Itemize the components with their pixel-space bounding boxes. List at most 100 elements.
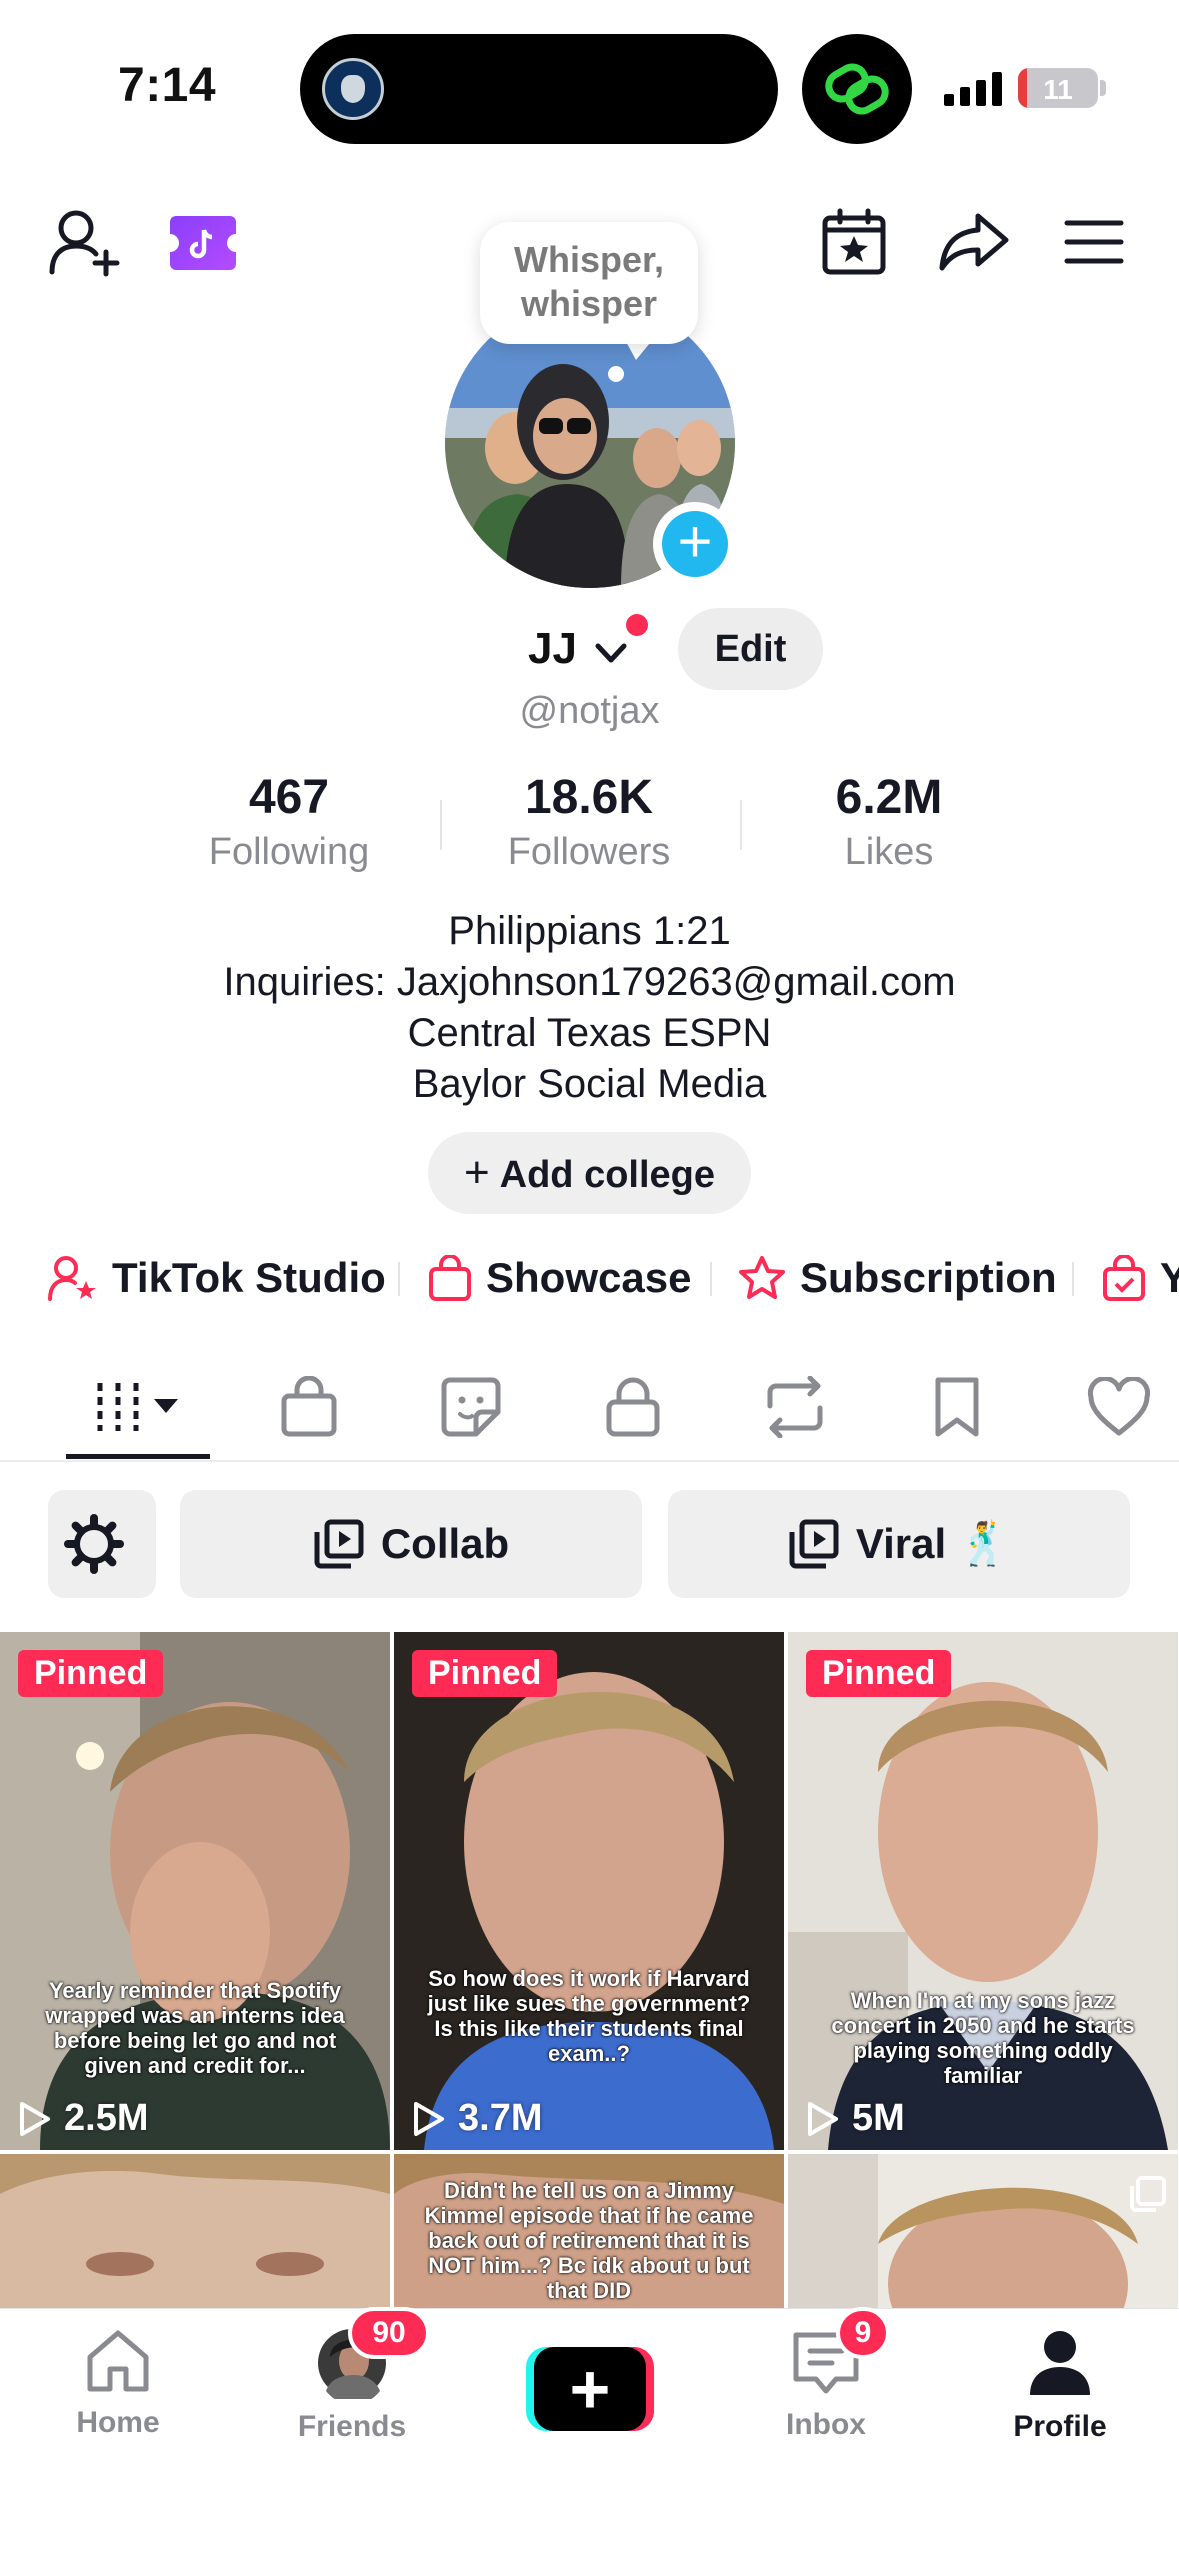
video-caption: So how does it work if Harvard just like… [427, 1966, 751, 2066]
note-bubble-dot [608, 366, 624, 382]
add-story-button[interactable]: + [653, 502, 737, 586]
heart-icon [1087, 1377, 1151, 1436]
videos-grid-icon [97, 1383, 178, 1431]
tool-label: Subscription [800, 1254, 1057, 1301]
tab-reposts[interactable] [750, 1372, 840, 1442]
tool-label: TikTok Studio [112, 1254, 386, 1301]
stat-label: Followers [507, 831, 671, 873]
video-thumbnail[interactable] [788, 2154, 1178, 2312]
pinned-badge: Pinned [412, 1650, 558, 1697]
tab-liked[interactable] [1074, 1372, 1164, 1442]
display-name[interactable]: JJ [528, 624, 577, 674]
video-frame [0, 2154, 390, 2312]
username-handle: @notjax [519, 690, 660, 732]
tool-divider [398, 1262, 400, 1296]
video-caption: Yearly reminder that Spotify wrapped was… [45, 1978, 345, 2078]
video-caption: Didn't he tell us on a Jimmy Kimmel epis… [424, 2178, 754, 2303]
play-icon [414, 2101, 444, 2136]
playlist-icon [789, 1519, 839, 1569]
stat-following[interactable]: 467 Following [139, 770, 439, 874]
nav-inbox[interactable]: Inbox 9 [746, 2307, 906, 2442]
playlist-icon [314, 1519, 364, 1569]
playlist-filters: Collab Viral 🕺 [0, 1490, 1179, 1598]
profile-icon [1030, 2331, 1090, 2395]
profile-bio: Philippians 1:21 Inquiries: Jaxjohnson17… [0, 906, 1179, 1110]
content-tabs [0, 1356, 1179, 1462]
notification-dot [626, 614, 648, 636]
add-friend-icon[interactable] [48, 208, 122, 278]
battery-icon: 11 [1018, 68, 1098, 108]
profile-stats: 467 Following 18.6K Followers 6.2M Likes [0, 770, 1179, 880]
friends-badge: 90 [348, 2307, 430, 2359]
stat-label: Likes [844, 831, 934, 873]
shop-bag-icon [281, 1376, 337, 1437]
inbox-badge: 9 [836, 2307, 890, 2359]
bio-line: Central Texas ESPN [407, 1011, 772, 1055]
nav-label: Friends [297, 2410, 407, 2443]
playlist-chip-collab[interactable]: Collab [180, 1490, 642, 1598]
tab-videos[interactable] [92, 1372, 182, 1442]
pinned-badge: Pinned [18, 1650, 164, 1697]
creator-tools-row: TikTok Studio Showcase Subscription Y [0, 1248, 1179, 1308]
plus-icon: + [463, 1148, 490, 1197]
video-frame [394, 1632, 784, 2150]
tool-label: Showcase [486, 1254, 692, 1301]
view-count: 3.7M [412, 2097, 542, 2140]
battery-level: 11 [1043, 74, 1073, 105]
view-count-value: 2.5M [64, 2097, 149, 2139]
calendar-star-icon[interactable] [820, 208, 888, 276]
edit-profile-button[interactable]: Edit [678, 608, 823, 690]
stat-likes[interactable]: 6.2M Likes [739, 770, 1039, 874]
tool-subscription[interactable]: Subscription [738, 1248, 1057, 1308]
video-frame [788, 2154, 1178, 2312]
add-college-label: Add college [499, 1154, 716, 1196]
person-star-icon [48, 1256, 96, 1301]
home-icon [87, 2330, 149, 2392]
lock-icon [606, 1377, 660, 1437]
chevron-down-icon[interactable] [592, 638, 630, 668]
bio-line: Philippians 1:21 [448, 909, 731, 953]
tool-more[interactable]: Y [1102, 1248, 1179, 1308]
stat-label: Following [208, 831, 370, 873]
repost-icon [767, 1376, 823, 1438]
multi-photo-icon [1130, 2176, 1166, 2212]
video-thumbnail[interactable]: Pinned When I'm at my sons jazz concert … [788, 1632, 1178, 2150]
nav-home[interactable]: Home [38, 2327, 198, 2440]
tab-shop[interactable] [264, 1372, 354, 1442]
tab-favorites[interactable] [912, 1372, 1002, 1442]
tool-divider [1072, 1262, 1074, 1296]
status-time: 7:14 [118, 59, 217, 112]
tool-label: Y [1160, 1254, 1179, 1301]
mavericks-logo-icon [322, 58, 384, 120]
stat-followers[interactable]: 18.6K Followers [439, 770, 739, 874]
create-plus-icon: + [534, 2347, 646, 2431]
note-bubble[interactable]: Whisper, whisper [480, 222, 698, 344]
video-thumbnail[interactable]: Didn't he tell us on a Jimmy Kimmel epis… [394, 2154, 784, 2312]
menu-icon[interactable] [1064, 218, 1124, 266]
video-caption: When I'm at my sons jazz concert in 2050… [831, 1988, 1135, 2088]
pinned-badge: Pinned [806, 1650, 952, 1697]
shopping-bag-icon [429, 1255, 471, 1301]
video-thumbnail[interactable]: Pinned So how does it work if Harvard ju… [394, 1632, 784, 2150]
tab-private[interactable] [588, 1372, 678, 1442]
tool-tiktok-studio[interactable]: TikTok Studio [48, 1248, 386, 1308]
video-thumbnail[interactable]: Pinned Yearly reminder that Spotify wrap… [0, 1632, 390, 2150]
nav-profile[interactable]: Profile [980, 2327, 1140, 2444]
star-badge-icon [739, 1256, 785, 1299]
tiktok-coin-icon[interactable] [170, 216, 236, 270]
tab-stickers[interactable] [426, 1372, 516, 1442]
create-button[interactable]: + [526, 2347, 654, 2431]
dynamic-island [300, 34, 778, 144]
add-college-button[interactable]: + Add college [428, 1132, 751, 1214]
bottom-navigation: Home Friends 90 + Inbox 9 Profile [0, 2307, 1179, 2556]
filter-settings-button[interactable] [48, 1490, 156, 1598]
video-thumbnail[interactable] [0, 2154, 390, 2312]
playlist-chip-viral[interactable]: Viral 🕺 [668, 1490, 1130, 1598]
view-count: 2.5M [18, 2097, 148, 2140]
nav-friends[interactable]: Friends 90 [272, 2307, 432, 2444]
share-icon[interactable] [938, 210, 1010, 274]
bio-line: Baylor Social Media [412, 1062, 767, 1106]
nav-label: Inbox [786, 2408, 866, 2441]
stat-value: 6.2M [835, 771, 943, 824]
tool-showcase[interactable]: Showcase [428, 1248, 691, 1308]
